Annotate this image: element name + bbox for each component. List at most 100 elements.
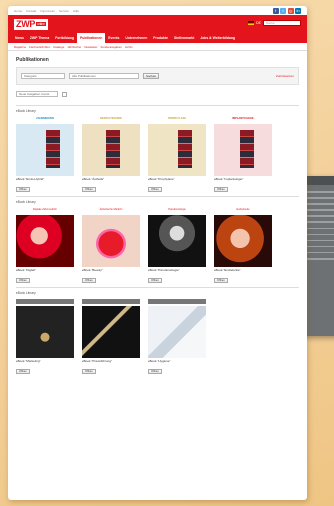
open-button[interactable]: Öffnen — [148, 187, 162, 192]
publication-cover[interactable] — [82, 124, 140, 176]
top-link-imprint[interactable]: Impressum — [40, 9, 55, 13]
search-button[interactable]: Suchen — [143, 73, 160, 79]
publication-card[interactable]: DENTALTECHNIK eBook "Ästhetik" Öffnen — [82, 117, 140, 192]
publication-card[interactable]: Ästhetische Medizin eBook "Beauty" Öffne… — [82, 208, 140, 283]
top-link-help[interactable]: Hilfe — [73, 9, 79, 13]
publication-section: eBook Library ZAHNMEDIZIN eBook "Endo-Hy… — [16, 105, 299, 192]
open-button[interactable]: Öffnen — [82, 187, 96, 192]
category-select[interactable]: Kategorie — [21, 73, 65, 79]
card-header-bar — [82, 299, 140, 304]
card-category-label: Ästhetische Medizin — [99, 208, 123, 211]
card-category-label: Endodontie — [236, 208, 250, 211]
social-icons: f t g in — [272, 7, 301, 14]
linkedin-icon[interactable]: in — [295, 7, 301, 14]
publication-grid: Digitale Zahnmedizin eBook "Digital" Öff… — [16, 208, 299, 283]
card-title[interactable]: eBook "Parodontologie" — [148, 268, 206, 276]
publication-cover[interactable] — [16, 215, 74, 267]
open-button[interactable]: Öffnen — [82, 369, 96, 374]
card-category-label: IMPLANTOLOGIE — [232, 117, 254, 120]
publication-card[interactable]: Parodontologie eBook "Parodontologie" Öf… — [148, 208, 206, 283]
subnav-item[interactable]: Archiv — [125, 45, 133, 49]
nav-jobs[interactable]: Jobs & Weiterbildung — [197, 33, 238, 43]
publication-select[interactable]: Alle Publikationen — [69, 73, 139, 79]
open-button[interactable]: Öffnen — [214, 278, 228, 283]
nav-zwp-thema[interactable]: ZWP Thema — [27, 33, 52, 43]
nav-events[interactable]: Events — [105, 33, 122, 43]
sort-checkbox[interactable] — [62, 91, 67, 97]
card-category-label: Digitale Zahnmedizin — [32, 208, 58, 211]
open-button[interactable]: Öffnen — [82, 278, 96, 283]
publication-cover[interactable] — [82, 306, 140, 358]
googleplus-icon[interactable]: g — [287, 7, 294, 14]
card-title[interactable]: eBook "Beauty" — [82, 268, 140, 276]
site-logo[interactable]: ZWP online — [14, 19, 48, 30]
publication-section: eBook Library Digitale Zahnmedizin eBook… — [16, 196, 299, 283]
logo-text: ZWP — [16, 19, 36, 29]
card-title[interactable]: eBook "Implantologie" — [214, 177, 272, 185]
top-links-bar: Home Kontakt Impressum Service Hilfe f t… — [8, 6, 307, 15]
card-title[interactable]: eBook "Hygiene" — [148, 359, 206, 367]
open-button[interactable]: Öffnen — [16, 187, 30, 192]
nav-publikationen[interactable]: Publikationen — [77, 33, 106, 43]
card-category-label: Parodontologie — [168, 208, 186, 211]
subnav-item[interactable]: Magazine — [14, 45, 26, 49]
search-input[interactable]: Suche — [263, 20, 301, 26]
language-selector[interactable]: DE — [248, 21, 261, 25]
publication-card[interactable]: ZAHNMEDIZIN eBook "Endo-Hybrid" Öffnen — [16, 117, 74, 192]
publication-card[interactable]: PROPHYLAXE eBook "Prophylaxe" Öffnen — [148, 117, 206, 192]
open-button[interactable]: Öffnen — [148, 369, 162, 374]
top-link-home[interactable]: Home — [14, 9, 22, 13]
nav-unternehmen[interactable]: Unternehmen — [122, 33, 150, 43]
open-button[interactable]: Öffnen — [16, 369, 30, 374]
subnav-item[interactable]: Sonderausgaben — [101, 45, 122, 49]
section-title: eBook Library — [16, 200, 36, 204]
card-category-label: DENTALTECHNIK — [100, 117, 122, 120]
site-header: ZWP online DE Suche News ZWP Thema Fortbi… — [8, 15, 307, 43]
card-title[interactable]: eBook "Endo-Hybrid" — [16, 177, 74, 185]
card-title[interactable]: eBook "Prophylaxe" — [148, 177, 206, 185]
subnav-item[interactable]: Fachzeitschriften — [29, 45, 50, 49]
card-title[interactable]: eBook "Marketing" — [16, 359, 74, 367]
twitter-icon[interactable]: t — [280, 7, 286, 14]
publication-cover[interactable] — [214, 124, 272, 176]
subnav-item[interactable]: Jahrbücher — [67, 45, 81, 49]
facebook-icon[interactable]: f — [272, 7, 279, 14]
subnav-item[interactable]: Kataloge — [53, 45, 64, 49]
card-title[interactable]: eBook "Digital" — [16, 268, 74, 276]
open-button[interactable]: Öffnen — [214, 187, 228, 192]
publication-card[interactable]: Digitale Zahnmedizin eBook "Digital" Öff… — [16, 208, 74, 283]
open-button[interactable]: Öffnen — [16, 278, 30, 283]
publication-card[interactable]: eBook "Praxisführung" Öffnen — [82, 299, 140, 374]
publication-cover[interactable] — [214, 215, 272, 267]
open-button[interactable]: Öffnen — [148, 278, 162, 283]
publication-card[interactable]: Endodontie eBook "Endodontie" Öffnen — [214, 208, 272, 283]
publication-card[interactable]: IMPLANTOLOGIE eBook "Implantologie" Öffn… — [214, 117, 272, 192]
card-title[interactable]: eBook "Endodontie" — [214, 268, 272, 276]
top-link-service[interactable]: Service — [59, 9, 69, 13]
nav-stellenmarkt[interactable]: Stellenmarkt — [171, 33, 197, 43]
publication-grid: eBook "Marketing" Öffnen eBook "Praxisfü… — [16, 299, 299, 374]
publication-cover[interactable] — [148, 124, 206, 176]
publication-cover[interactable] — [16, 306, 74, 358]
top-link-contact[interactable]: Kontakt — [26, 9, 36, 13]
sub-nav: Magazine Fachzeitschriften Kataloge Jahr… — [8, 43, 307, 51]
main-nav: News ZWP Thema Fortbildung Publikationen… — [8, 33, 307, 43]
publication-card[interactable]: eBook "Hygiene" Öffnen — [148, 299, 206, 374]
sort-select[interactable]: Neue Ausgaben zuerst — [16, 91, 58, 97]
nav-produkte[interactable]: Produkte — [150, 33, 171, 43]
section-title: eBook Library — [16, 291, 36, 295]
nav-news[interactable]: News — [12, 33, 27, 43]
publication-grid: ZAHNMEDIZIN eBook "Endo-Hybrid" Öffnen D… — [16, 117, 299, 192]
card-title[interactable]: eBook "Ästhetik" — [82, 177, 140, 185]
publication-section: eBook Library eBook "Marketing" Öffnen e… — [16, 287, 299, 374]
reset-link[interactable]: Zurücksetzen — [276, 74, 294, 78]
subnav-item[interactable]: Newsletter — [84, 45, 97, 49]
logo-sub: online — [36, 22, 46, 27]
publication-card[interactable]: eBook "Marketing" Öffnen — [16, 299, 74, 374]
publication-cover[interactable] — [148, 306, 206, 358]
card-title[interactable]: eBook "Praxisführung" — [82, 359, 140, 367]
publication-cover[interactable] — [148, 215, 206, 267]
publication-cover[interactable] — [82, 215, 140, 267]
nav-fortbildung[interactable]: Fortbildung — [52, 33, 77, 43]
publication-cover[interactable] — [16, 124, 74, 176]
